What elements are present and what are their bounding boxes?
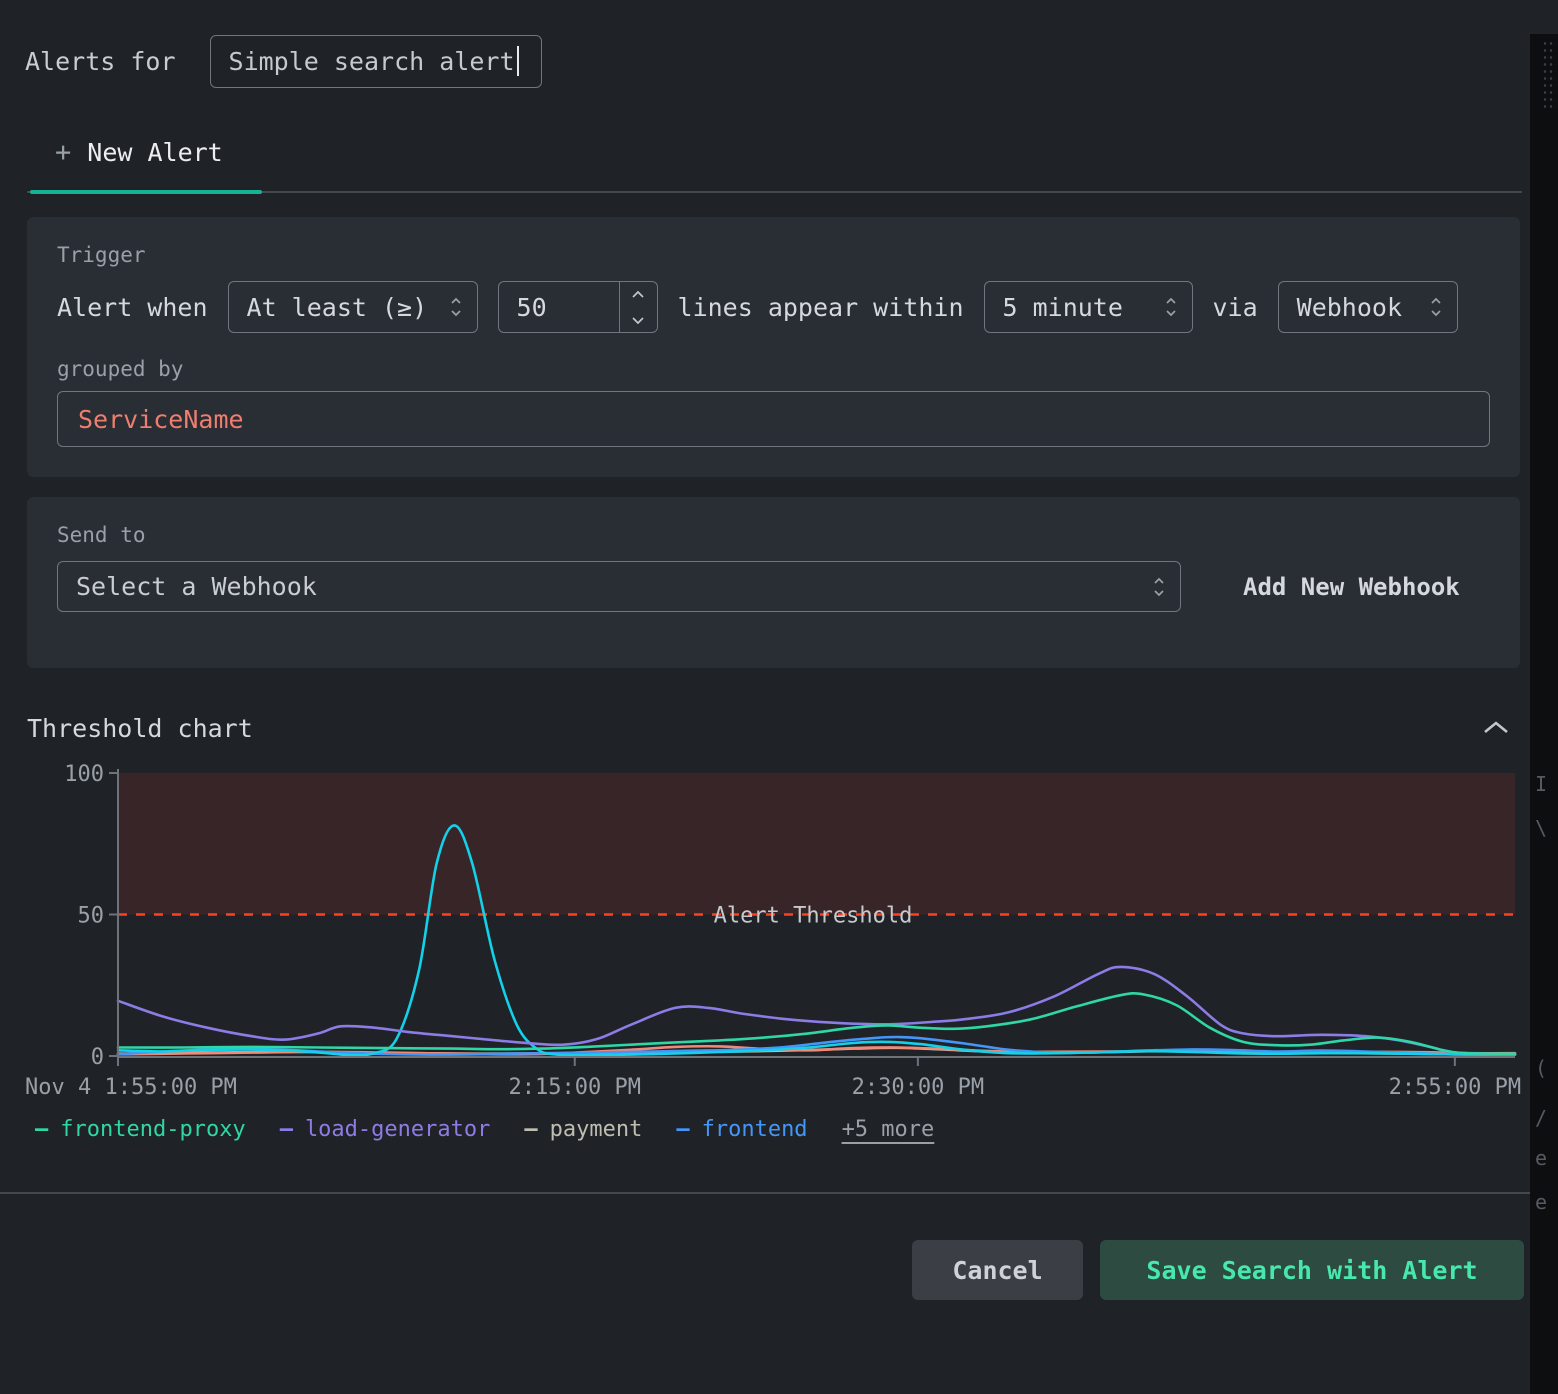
legend-label: frontend [702,1117,808,1142]
send-to-row: Select a Webhook Add New Webhook [57,561,1490,612]
clipped-glyph: / [1535,1106,1547,1130]
background-page-edge: I \ ( / ee [1530,34,1558,1394]
tab-new-alert-label: New Alert [87,138,222,167]
time-window-select[interactable]: 5 minute [984,281,1193,333]
grouped-by-input[interactable]: ServiceName [57,391,1490,447]
text-cursor [517,46,519,76]
legend-item-load-generator[interactable]: — load-generator [280,1117,491,1142]
threshold-chart-header: Threshold chart [27,714,1522,743]
stepper-up-button[interactable] [620,282,657,307]
legend-swatch: — [676,1117,689,1142]
trigger-condition-row: Alert when At least (≥) 50 lines [57,281,1490,333]
threshold-chart: 0 50 100 Nov 4 1:55:00 PM 2:15:00 PM 2:30:00 … [0,753,1530,1103]
chevron-up-down-icon [1152,575,1166,599]
alert-config-panel: Alerts for Simple search alert + New Ale… [0,34,1530,1394]
add-new-webhook-button[interactable]: Add New Webhook [1243,573,1460,601]
collapse-chart-button[interactable] [1478,715,1514,742]
trigger-section-label: Trigger [57,243,1490,267]
series-line-load-generator [118,967,1515,1054]
via-label: via [1213,293,1258,322]
active-tab-underline [30,190,262,194]
alert-name-input[interactable]: Simple search alert [210,35,542,88]
y-tick-label: 50 [78,904,105,929]
alert-threshold-region [118,773,1515,915]
clipped-glyph: e [1535,1146,1547,1170]
cancel-button[interactable]: Cancel [912,1240,1083,1300]
chevron-up-down-icon [1429,295,1443,319]
chevron-up-down-icon [449,295,463,319]
clipped-glyph: e [1535,1190,1547,1214]
x-tick-label: Nov 4 1:55:00 PM [25,1075,237,1100]
count-value: 50 [499,282,619,332]
condition-select-value: At least (≥) [247,293,428,322]
webhook-select-value: Select a Webhook [76,572,317,601]
count-stepper [619,282,657,332]
tab-new-alert[interactable]: + New Alert [55,138,223,167]
chart-legend: — frontend-proxy — load-generator — payment — f… [35,1117,1530,1142]
legend-swatch: — [280,1117,293,1142]
y-tick-label: 0 [91,1045,104,1070]
send-to-label: Send to [57,523,1490,547]
y-tick-label: 100 [64,762,104,787]
send-to-card: Send to Select a Webhook Add New Webhook [27,497,1520,668]
chevron-up-down-icon [1164,295,1178,319]
grouped-by-label: grouped by [57,357,1490,381]
legend-swatch: — [524,1117,537,1142]
legend-label: load-generator [305,1117,490,1142]
legend-swatch: — [35,1117,48,1142]
header: Alerts for Simple search alert [25,34,1530,88]
legend-item-frontend[interactable]: — frontend [676,1117,807,1142]
alert-when-label: Alert when [57,293,208,322]
alerts-for-label: Alerts for [25,47,176,76]
threshold-chart-svg: 0 50 100 Nov 4 1:55:00 PM 2:15:00 PM 2:30:00 … [0,753,1558,1103]
clipped-glyph: \ [1535,816,1547,840]
x-tick-label: 2:15:00 PM [509,1075,641,1100]
alert-name-value: Simple search alert [229,47,515,76]
legend-label: payment [550,1117,643,1142]
count-input[interactable]: 50 [498,281,658,333]
condition-select[interactable]: At least (≥) [228,281,478,333]
chevron-up-icon [1482,723,1510,738]
clipped-glyph: I [1535,772,1547,796]
legend-item-frontend-proxy[interactable]: — frontend-proxy [35,1117,246,1142]
webhook-select[interactable]: Select a Webhook [57,561,1181,612]
grouped-by-value: ServiceName [78,405,244,434]
legend-more-link[interactable]: +5 more [842,1117,935,1142]
legend-item-payment[interactable]: — payment [524,1117,642,1142]
legend-label: frontend-proxy [60,1117,245,1142]
x-tick-label: 2:30:00 PM [852,1075,984,1100]
x-tick-label: 2:55:00 PM [1389,1075,1521,1100]
threshold-chart-title: Threshold chart [27,714,253,743]
tab-bar: + New Alert [27,138,1522,193]
channel-select-value: Webhook [1297,293,1402,322]
plus-icon: + [55,139,71,167]
trigger-card: Trigger Alert when At least (≥) 50 [27,217,1520,477]
lines-appear-label: lines appear within [678,293,964,322]
clipped-glyph: ( [1535,1056,1547,1080]
alert-threshold-label: Alert Threshold [714,904,913,929]
footer-bar: Cancel Save Search with Alert [0,1192,1530,1300]
time-window-value: 5 minute [1003,293,1123,322]
background-dots-texture [1542,40,1556,108]
channel-select[interactable]: Webhook [1278,281,1458,333]
stepper-down-button[interactable] [620,307,657,332]
save-search-with-alert-button[interactable]: Save Search with Alert [1100,1240,1524,1300]
